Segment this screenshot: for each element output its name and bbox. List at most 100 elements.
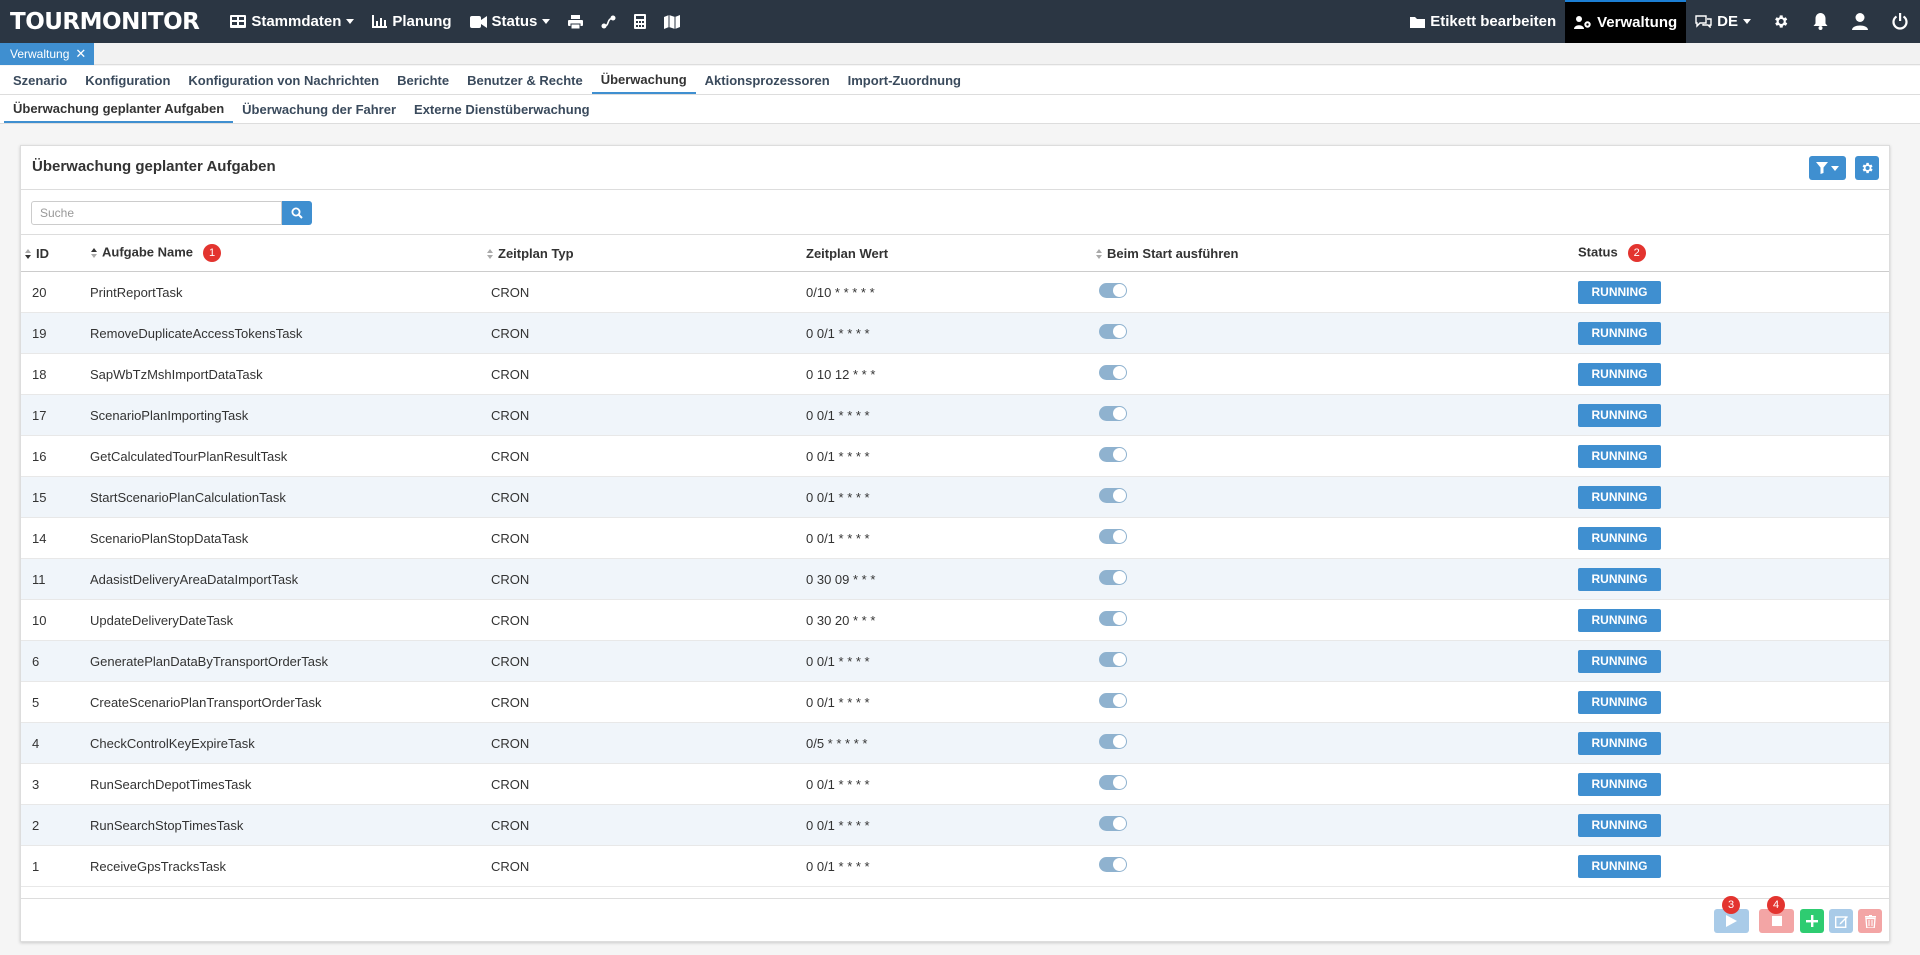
on-start-toggle[interactable] (1099, 734, 1127, 749)
status-button[interactable]: RUNNING (1578, 649, 1661, 673)
table-row[interactable]: 16 GetCalculatedTourPlanResultTask CRON 0 0… (21, 436, 1889, 477)
add-button[interactable] (1800, 909, 1824, 933)
stop-button[interactable]: 4 (1759, 896, 1794, 933)
edit-button[interactable] (1829, 909, 1853, 933)
on-start-toggle[interactable] (1099, 857, 1127, 872)
table-row[interactable]: 18 SapWbTzMshImportDataTask CRON 0 10 12 * … (21, 354, 1889, 395)
cell-status: RUNNING (1574, 764, 1889, 805)
menu-item-benutzer-und-rechte[interactable]: Benutzer & Rechte (458, 66, 592, 94)
menu-item-import-zuordnung[interactable]: Import-Zuordnung (839, 66, 970, 94)
nav-settings[interactable] (1760, 0, 1801, 43)
nav-etikett[interactable]: Etikett bearbeiten (1401, 0, 1565, 43)
status-button[interactable]: RUNNING (1578, 444, 1661, 468)
status-button[interactable]: RUNNING (1578, 485, 1661, 509)
status-button[interactable]: RUNNING (1578, 321, 1661, 345)
trash-icon (1864, 914, 1876, 928)
on-start-toggle[interactable] (1099, 406, 1127, 421)
status-button[interactable]: RUNNING (1578, 280, 1661, 304)
status-button[interactable]: RUNNING (1578, 403, 1661, 427)
table-row[interactable]: 6 GeneratePlanDataByTransportOrderTask CRO… (21, 640, 1889, 682)
nav-calculator[interactable] (625, 0, 655, 43)
col-id-header[interactable]: ID (21, 235, 87, 272)
table-row[interactable]: 15 StartScenarioPlanCalculationTask CRON 0 … (21, 476, 1889, 518)
table-row[interactable]: 11 AdasistDeliveryAreaDataImportTask CRON 0… (21, 558, 1889, 600)
brand-logo[interactable]: TOURMONITOR (10, 9, 200, 35)
table-row[interactable]: 10 UpdateDeliveryDateTask CRON 0 30 20 * * … (21, 600, 1889, 641)
cell-id: 19 (32, 325, 47, 341)
nav-language[interactable]: DE (1686, 0, 1760, 43)
delete-button[interactable] (1858, 909, 1882, 933)
on-start-toggle[interactable] (1099, 324, 1127, 339)
on-start-toggle[interactable] (1099, 529, 1127, 544)
open-tab-verwaltung[interactable]: Verwaltung ✕ (0, 43, 95, 65)
filter-button[interactable] (1809, 156, 1846, 180)
col-onstart-header[interactable]: Beim Start ausführen (1093, 235, 1574, 272)
nav-notifications[interactable] (1801, 0, 1840, 43)
table-row[interactable]: 3 RunSearchDepotTimesTask CRON 0 0/1 * * * … (21, 764, 1889, 805)
cell-type: CRON (491, 325, 530, 341)
table-row[interactable]: 20 PrintReportTask CRON 0/10 * * * * * RUNNI… (21, 272, 1889, 313)
cell-on-start (1093, 436, 1574, 477)
submenu-item-externe-dienstueberwachung[interactable]: Externe Dienstüberwachung (405, 95, 599, 123)
menu-item-konfiguration-von-nachrichten[interactable]: Konfiguration von Nachrichten (179, 66, 388, 94)
cell-value: 0 0/1 * * * * (806, 653, 870, 669)
on-start-toggle[interactable] (1099, 652, 1127, 667)
cell-status: RUNNING (1574, 846, 1889, 887)
col-type-header[interactable]: Zeitplan Typ (487, 235, 795, 272)
menu-item-konfiguration[interactable]: Konfiguration (76, 66, 179, 94)
status-button[interactable]: RUNNING (1578, 772, 1661, 796)
status-button[interactable]: RUNNING (1578, 690, 1661, 714)
status-button[interactable]: RUNNING (1578, 854, 1661, 878)
nav-logout[interactable] (1880, 0, 1920, 43)
nav-map[interactable] (655, 0, 689, 43)
status-button[interactable]: RUNNING (1578, 526, 1661, 550)
search-button[interactable] (282, 201, 312, 225)
nav-print[interactable] (559, 0, 592, 43)
cell-on-start (1093, 354, 1574, 395)
status-button[interactable]: RUNNING (1578, 731, 1661, 755)
on-start-toggle[interactable] (1099, 283, 1127, 298)
on-start-toggle[interactable] (1099, 365, 1127, 380)
table-row[interactable]: 17 ScenarioPlanImportingTask CRON 0 0/1 * *… (21, 394, 1889, 436)
on-start-toggle[interactable] (1099, 611, 1127, 626)
cell-id: 18 (32, 366, 47, 382)
menu-item-berichte[interactable]: Berichte (388, 66, 458, 94)
nav-status[interactable]: Status (461, 0, 560, 43)
nav-user[interactable] (1840, 0, 1880, 43)
cell-name: ScenarioPlanImportingTask (90, 407, 249, 423)
menu-item-szenario[interactable]: Szenario (4, 66, 76, 94)
menu-item-ueberwachung[interactable]: Überwachung (591, 66, 696, 94)
status-button[interactable]: RUNNING (1578, 813, 1661, 837)
status-button[interactable]: RUNNING (1578, 362, 1661, 386)
nav-route[interactable] (592, 0, 625, 43)
search-input[interactable] (31, 201, 282, 225)
status-button[interactable]: RUNNING (1578, 608, 1661, 632)
table-row[interactable]: 4 CheckControlKeyExpireTask CRON 0/5 * * * … (21, 722, 1889, 764)
on-start-toggle[interactable] (1099, 570, 1127, 585)
close-icon[interactable]: ✕ (75, 46, 86, 62)
table-row[interactable]: 5 CreateScenarioPlanTransportOrderTask CRO… (21, 682, 1889, 723)
start-button[interactable]: 3 (1714, 896, 1749, 933)
submenu-item-ueberwachung-geplanter-aufgaben[interactable]: Überwachung geplanter Aufgaben (4, 95, 234, 123)
on-start-toggle[interactable] (1099, 488, 1127, 503)
cell-status: RUNNING (1574, 682, 1889, 723)
nav-planung[interactable]: Planung (363, 0, 460, 43)
menu-item-aktionsprozessoren[interactable]: Aktionsprozessoren (696, 66, 839, 94)
cell-type: CRON (491, 407, 530, 423)
table-row[interactable]: 1 ReceiveGpsTracksTask CRON 0 0/1 * * * * RU… (21, 846, 1889, 887)
on-start-toggle[interactable] (1099, 775, 1127, 790)
on-start-toggle[interactable] (1099, 816, 1127, 831)
table-row[interactable]: 19 RemoveDuplicateAccessTokensTask CRON 0 0… (21, 312, 1889, 354)
nav-verwaltung[interactable]: Verwaltung (1565, 0, 1687, 43)
table-row[interactable]: 14 ScenarioPlanStopDataTask CRON 0 0/1 * * … (21, 518, 1889, 559)
status-button[interactable]: RUNNING (1578, 567, 1661, 591)
on-start-toggle[interactable] (1099, 447, 1127, 462)
col-status-header: Status 2 (1574, 235, 1889, 272)
table-row[interactable]: 2 RunSearchStopTimesTask CRON 0 0/1 * * * *… (21, 804, 1889, 846)
col-name-header[interactable]: Aufgabe Name 1 (87, 235, 487, 272)
nav-stammdaten[interactable]: Stammdaten (221, 0, 363, 43)
submenu-item-ueberwachung-der-fahrer[interactable]: Überwachung der Fahrer (233, 95, 405, 123)
on-start-toggle[interactable] (1099, 693, 1127, 708)
cell-status: RUNNING (1574, 436, 1889, 477)
table-settings-button[interactable] (1855, 156, 1879, 180)
